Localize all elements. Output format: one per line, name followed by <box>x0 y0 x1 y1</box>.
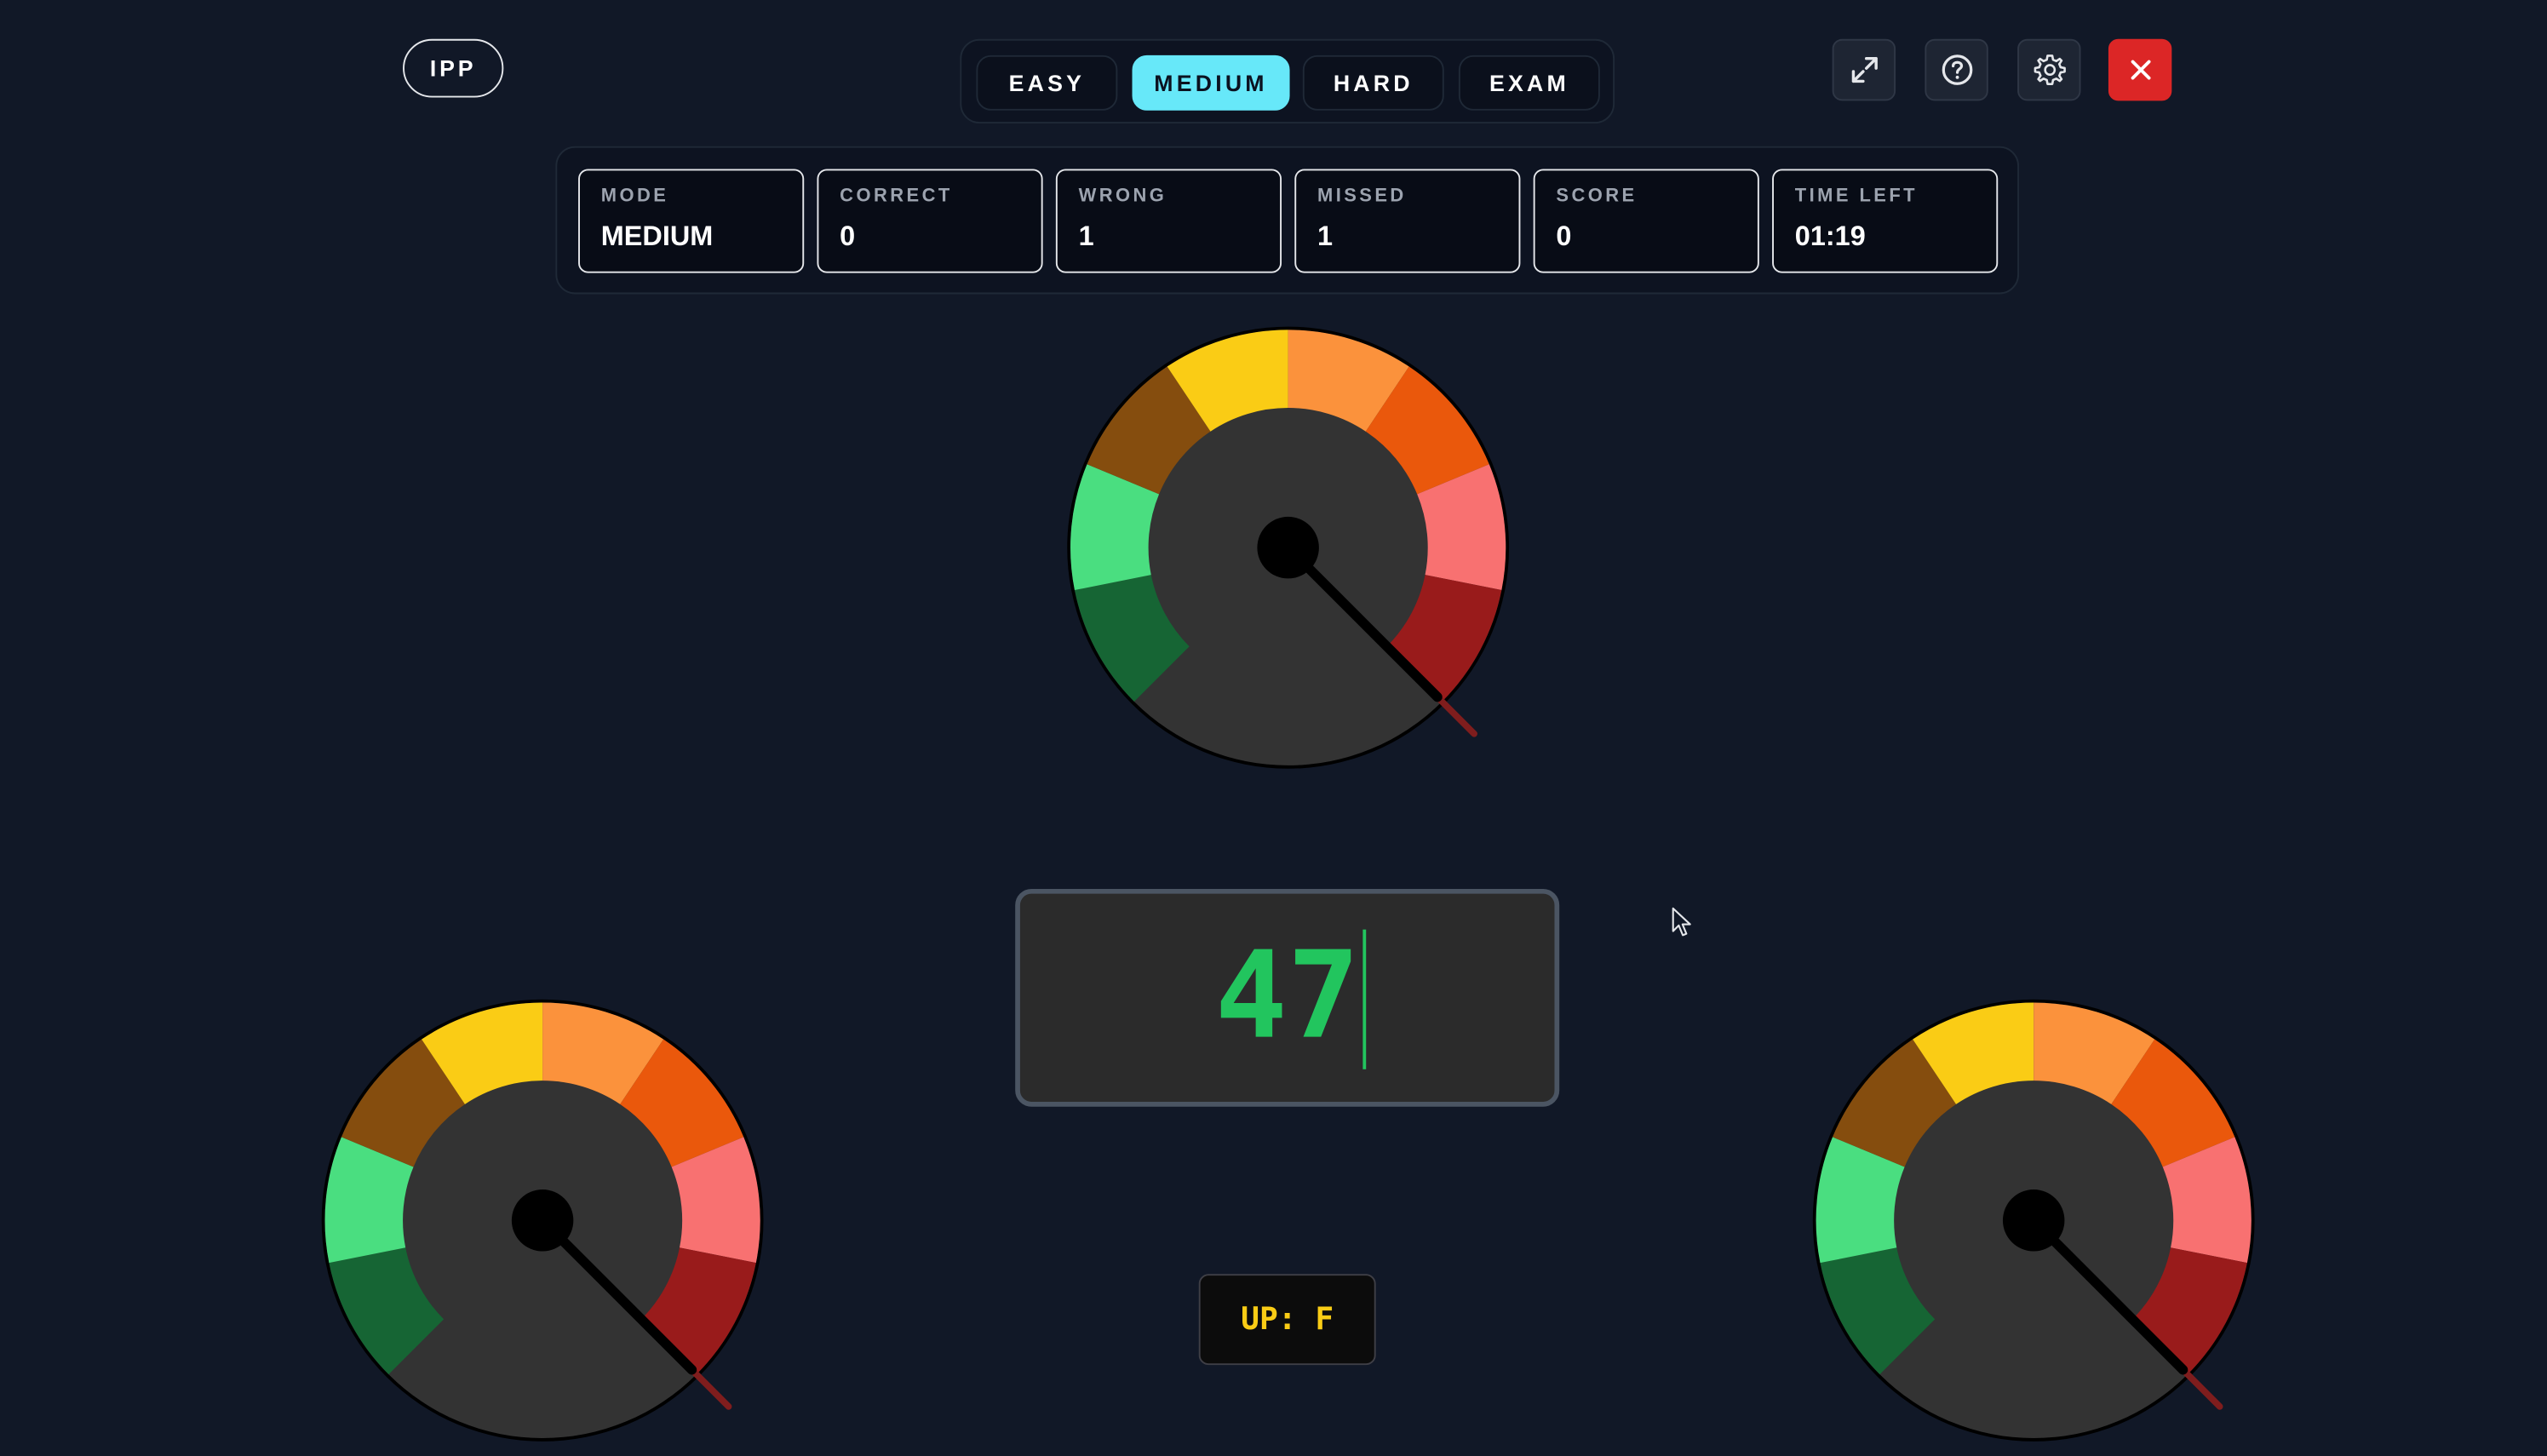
app-stage: IPP EASY MEDIUM HARD EXAM MODE MEDIUM CO… <box>0 0 2547 1456</box>
gauge-bottom-left <box>321 999 764 1442</box>
mode-easy-button[interactable]: EASY <box>976 54 1118 111</box>
help-button[interactable] <box>1925 38 1988 101</box>
stat-label: MODE <box>600 186 669 207</box>
stat-value: 1 <box>1317 221 1334 252</box>
close-icon <box>2130 60 2150 80</box>
stats-panel: MODE MEDIUM CORRECT 0 WRONG 1 MISSED 1 S… <box>555 146 2020 295</box>
gauge-needle-tip <box>688 1366 732 1410</box>
stat-label: MISSED <box>1317 186 1407 207</box>
stat-card-correct: CORRECT 0 <box>817 169 1043 273</box>
stat-value: 1 <box>1078 221 1094 252</box>
stat-value: 01:19 <box>1794 221 1866 252</box>
gauge-hub <box>1257 516 1319 579</box>
stat-value: 0 <box>840 221 856 252</box>
stat-label: WRONG <box>1078 186 1167 207</box>
stat-value: MEDIUM <box>600 221 714 252</box>
number-display: 47 <box>1015 888 1560 1107</box>
fullscreen-button[interactable] <box>1832 38 1896 101</box>
mouse-cursor-icon <box>1672 907 1691 937</box>
up-indicator: UP: F <box>1198 1274 1376 1366</box>
display-value: 47 <box>1214 926 1360 1066</box>
ipp-button[interactable]: IPP <box>403 38 504 98</box>
gauge-hub <box>511 1189 574 1252</box>
gauge-needle-tip <box>1434 693 1477 737</box>
mode-hard-button[interactable]: HARD <box>1302 54 1444 111</box>
stat-card-score: SCORE 0 <box>1533 169 1759 273</box>
stat-label: TIME LEFT <box>1794 186 1919 207</box>
stat-card-wrong: WRONG 1 <box>1055 169 1282 273</box>
mode-medium-button[interactable]: MEDIUM <box>1132 54 1290 111</box>
expand-icon <box>1850 56 1877 83</box>
close-button[interactable] <box>2108 38 2172 101</box>
settings-button[interactable] <box>2017 38 2081 101</box>
gauge-top <box>1067 326 1510 769</box>
help-icon <box>1941 54 1972 85</box>
text-caret <box>1362 929 1366 1069</box>
mode-exam-button[interactable]: EXAM <box>1458 54 1600 111</box>
gauge-bottom-right <box>1812 999 2255 1442</box>
gauge-needle-tip <box>2179 1366 2223 1410</box>
gauge-hub <box>2002 1189 2065 1252</box>
stat-label: SCORE <box>1556 186 1638 207</box>
gear-icon <box>2033 54 2065 85</box>
stat-card-missed: MISSED 1 <box>1294 169 1521 273</box>
stat-card-mode: MODE MEDIUM <box>578 169 805 273</box>
mode-selector: EASY MEDIUM HARD EXAM <box>960 38 1615 124</box>
stat-label: CORRECT <box>840 186 953 207</box>
stat-card-time-left: TIME LEFT 01:19 <box>1772 169 1999 273</box>
stat-value: 0 <box>1556 221 1572 252</box>
